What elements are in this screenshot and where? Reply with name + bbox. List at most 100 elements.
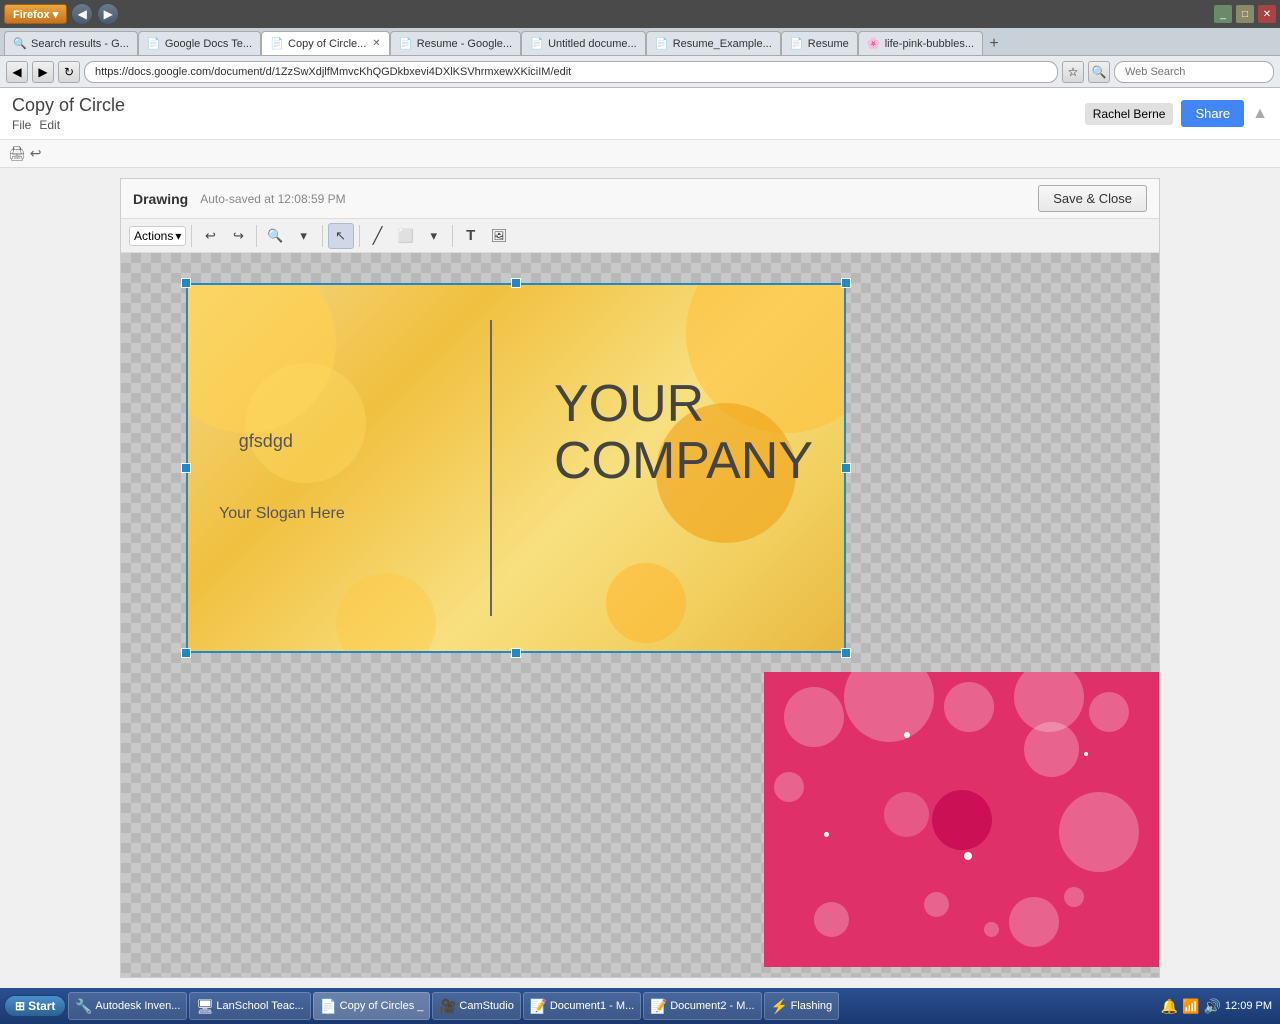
undo-icon[interactable]: ↩	[30, 145, 42, 162]
doc2-label: Document2 - M...	[670, 1000, 754, 1012]
handle-middle-left[interactable]	[181, 463, 191, 473]
start-label: Start	[28, 999, 55, 1013]
handle-top-center[interactable]	[511, 278, 521, 288]
drawing-panel: Drawing Auto-saved at 12:08:59 PM Save &…	[120, 178, 1160, 978]
forward-nav-button[interactable]: ▶	[32, 61, 54, 83]
undo-button[interactable]: ↩	[197, 223, 223, 249]
pink-circle-11	[924, 892, 949, 917]
tab-close-circle[interactable]: ✕	[372, 38, 380, 49]
zoom-dropdown[interactable]: ▾	[291, 223, 317, 249]
selected-image-container[interactable]: gfsdgd Your Slogan Here YOUR COMPANY	[186, 283, 846, 653]
pink-circle-7	[774, 772, 804, 802]
tab-label-search: Search results - G...	[31, 38, 129, 50]
pink-dot-small-3	[824, 832, 829, 837]
tab-label-gdocs: Google Docs Te...	[165, 38, 252, 50]
start-icon: ⊞	[15, 999, 25, 1013]
tab-resume-google[interactable]: 📄 Resume - Google...	[390, 31, 521, 55]
menu-edit[interactable]: Edit	[39, 118, 60, 132]
shape-dropdown[interactable]: ▾	[421, 223, 447, 249]
bookmark-button[interactable]: ☆	[1062, 61, 1084, 83]
firefox-button[interactable]: Firefox ▾	[4, 4, 67, 24]
handle-bottom-left[interactable]	[181, 648, 191, 658]
pink-circle-12	[1009, 897, 1059, 947]
pink-circle-13	[1064, 887, 1084, 907]
company-line1: YOUR	[554, 375, 704, 433]
main-content: Firefox ▾ ◀ ▶ _ □ ✕ 🔍 Search results - G…	[0, 0, 1280, 988]
image-tool-button[interactable]: 🖼	[486, 223, 513, 249]
save-close-button[interactable]: Save & Close	[1038, 185, 1147, 212]
doc1-label: Document1 - M...	[550, 1000, 634, 1012]
copy-circles-icon: 📄	[320, 998, 336, 1014]
forward-button[interactable]: ▶	[97, 3, 119, 25]
handle-middle-right[interactable]	[841, 463, 851, 473]
address-bar: ◀ ▶ ↻ ☆ 🔍	[0, 56, 1280, 88]
doc1-icon: 📝	[530, 998, 546, 1014]
menu-file[interactable]: File	[12, 118, 31, 132]
drawing-title: Drawing	[133, 191, 188, 207]
handle-top-right[interactable]	[841, 278, 851, 288]
actions-dropdown[interactable]: Actions ▾	[129, 226, 186, 246]
redo-button[interactable]: ↪	[225, 223, 251, 249]
pink-dot-small-4	[964, 852, 972, 860]
pink-circle-1	[784, 687, 844, 747]
search-input[interactable]	[1114, 61, 1274, 83]
drawing-autosave: Auto-saved at 12:08:59 PM	[200, 192, 345, 206]
pink-bubbles-image[interactable]	[764, 672, 1159, 967]
drawing-panel-wrapper: Drawing Auto-saved at 12:08:59 PM Save &…	[0, 168, 1280, 988]
handle-bottom-center[interactable]	[511, 648, 521, 658]
handle-bottom-right[interactable]	[841, 648, 851, 658]
taskbar-item-camstudio[interactable]: 🎥 CamStudio	[432, 992, 520, 1020]
taskbar-item-flashing[interactable]: ⚡ Flashing	[764, 992, 840, 1020]
back-button[interactable]: ◀	[71, 3, 93, 25]
tab-label-resume-ex: Resume_Example...	[673, 38, 772, 50]
tab-copy-of-circle[interactable]: 📄 Copy of Circle... ✕	[261, 31, 390, 55]
select-tool-button[interactable]: ↖	[328, 223, 354, 249]
handle-top-left[interactable]	[181, 278, 191, 288]
actions-chevron-icon: ▾	[175, 229, 181, 243]
taskbar-item-doc1[interactable]: 📝 Document1 - M...	[523, 992, 641, 1020]
shape-icon: ⬜	[398, 228, 414, 244]
taskbar-item-copy-circles[interactable]: 📄 Copy of Circles _	[313, 992, 431, 1020]
back-nav-button[interactable]: ◀	[6, 61, 28, 83]
tab-resume-plain[interactable]: 📄 Resume	[781, 31, 858, 55]
taskbar-item-autodesk[interactable]: 🔧 Autodesk Inven...	[68, 992, 187, 1020]
text-tool-button[interactable]: T	[458, 223, 484, 249]
zoom-button[interactable]: 🔍	[262, 223, 288, 249]
print-icon[interactable]: 🖨	[8, 145, 26, 162]
canvas-area[interactable]: gfsdgd Your Slogan Here YOUR COMPANY	[121, 253, 1159, 977]
address-input[interactable]	[84, 61, 1058, 83]
tab-google-docs-te[interactable]: 📄 Google Docs Te...	[138, 31, 261, 55]
company-line2: COMPANY	[554, 432, 813, 490]
line-tool-button[interactable]: ╱	[365, 223, 391, 249]
pink-circle-14	[984, 922, 999, 937]
taskbar-item-lanschool[interactable]: 🖥 LanSchool Teac...	[189, 992, 310, 1020]
browser-chrome: Firefox ▾ ◀ ▶ _ □ ✕ 🔍 Search results - G…	[0, 0, 1280, 88]
start-button[interactable]: ⊞ Start	[4, 995, 66, 1017]
tab-favicon-pink: 🌸	[867, 37, 881, 51]
doc-title-area: Copy of Circle File Edit	[12, 95, 1085, 132]
close-button[interactable]: ✕	[1258, 5, 1276, 23]
tab-resume-example[interactable]: 📄 Resume_Example...	[646, 31, 781, 55]
reload-button[interactable]: ↻	[58, 61, 80, 83]
bubble-5	[336, 573, 436, 653]
user-button[interactable]: Rachel Berne	[1085, 103, 1174, 125]
cursor-icon: ↖	[335, 228, 346, 244]
bubble-6	[606, 563, 686, 643]
flashing-icon: ⚡	[771, 998, 787, 1014]
share-button[interactable]: Share	[1181, 100, 1244, 127]
taskbar-item-doc2[interactable]: 📝 Document2 - M...	[643, 992, 761, 1020]
tab-untitled-doc[interactable]: 📄 Untitled docume...	[521, 31, 646, 55]
pink-circle-10	[814, 902, 849, 937]
tab-search-results[interactable]: 🔍 Search results - G...	[4, 31, 138, 55]
maximize-button[interactable]: □	[1236, 5, 1254, 23]
tab-pink-bubbles[interactable]: 🌸 life-pink-bubbles...	[858, 31, 983, 55]
new-tab-button[interactable]: +	[983, 33, 1005, 55]
search-button[interactable]: 🔍	[1088, 61, 1110, 83]
shape-tool-button[interactable]: ⬜	[393, 223, 419, 249]
camstudio-icon: 🎥	[439, 998, 455, 1014]
google-docs-body: Copy of Circle File Edit Rachel Berne Sh…	[0, 88, 1280, 988]
drawing-toolbar: Actions ▾ ↩ ↪ 🔍 ▾ ↖	[121, 219, 1159, 253]
doc-header-right: Rachel Berne Share ▲	[1085, 100, 1268, 127]
slogan-text: Your Slogan Here	[219, 505, 345, 523]
minimize-button[interactable]: _	[1214, 5, 1232, 23]
